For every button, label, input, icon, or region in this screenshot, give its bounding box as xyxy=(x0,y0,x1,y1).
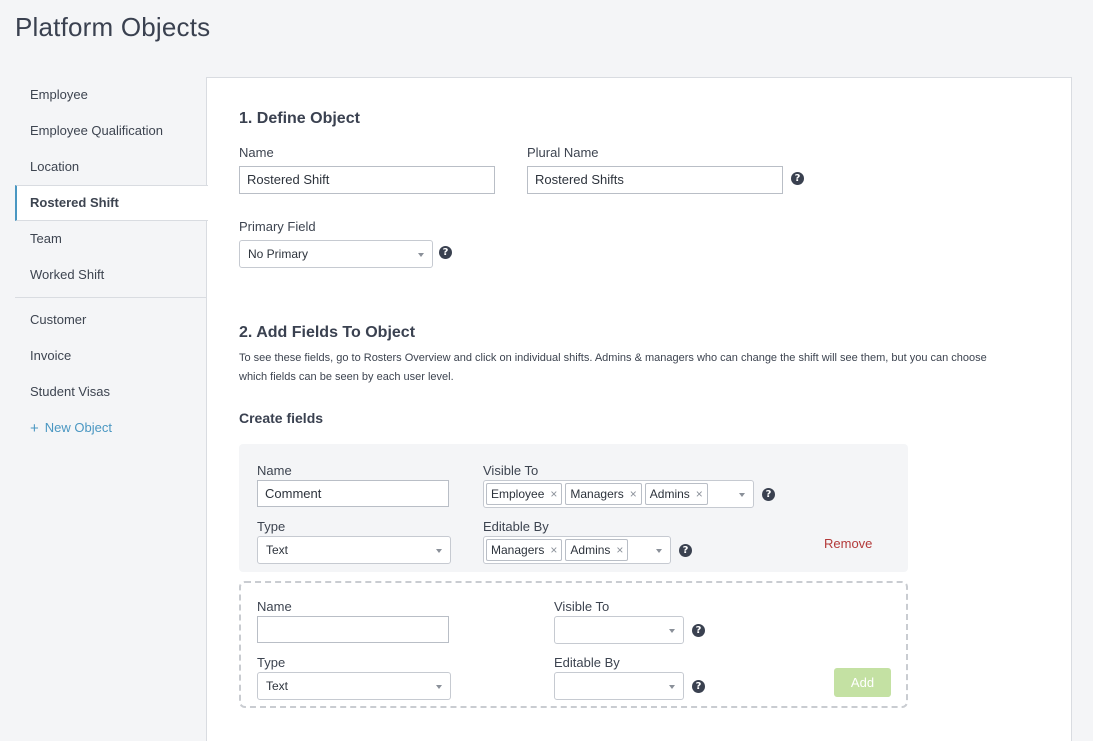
new-object-link[interactable]: + New Object xyxy=(15,410,207,446)
sidebar-item-customer[interactable]: Customer xyxy=(15,302,207,338)
new-object-label: New Object xyxy=(44,420,112,435)
editable-tag-managers: Managers × xyxy=(486,539,563,561)
editable-tag-admins: Admins × xyxy=(565,539,629,561)
sidebar: Employee Employee Qualification Location… xyxy=(15,77,208,446)
new-field-type-select[interactable]: Text xyxy=(257,672,451,700)
fields-description: To see these fields, go to Rosters Overv… xyxy=(239,349,1039,387)
new-editable-by-select[interactable] xyxy=(554,672,684,700)
chevron-down-icon xyxy=(436,549,442,553)
tag-label: Admins xyxy=(649,487,690,501)
visible-tag-managers: Managers × xyxy=(565,483,642,505)
object-name-input[interactable]: Rostered Shift xyxy=(239,166,495,194)
visible-to-multiselect[interactable]: Employee × Managers × Admins × xyxy=(483,480,754,508)
field-name-label: Name xyxy=(257,463,292,478)
editable-by-label: Editable By xyxy=(483,519,549,534)
sidebar-item-student-visas[interactable]: Student Visas xyxy=(15,374,207,410)
chevron-down-icon xyxy=(669,685,675,689)
tag-label: Managers xyxy=(570,487,624,501)
help-icon[interactable]: ? xyxy=(679,544,692,557)
sidebar-item-worked-shift[interactable]: Worked Shift xyxy=(15,257,207,293)
new-visible-to-label: Visible To xyxy=(554,599,610,614)
plus-icon: + xyxy=(30,419,39,437)
new-field-type-value: Text xyxy=(266,679,289,693)
tag-label: Employee xyxy=(491,487,545,501)
new-field-name-input[interactable] xyxy=(257,616,449,643)
sidebar-item-invoice[interactable]: Invoice xyxy=(15,338,207,374)
chevron-down-icon xyxy=(436,685,442,689)
help-icon[interactable]: ? xyxy=(791,172,804,185)
field-type-value: Text xyxy=(266,543,289,557)
help-icon[interactable]: ? xyxy=(439,246,452,259)
new-field-name-label: Name xyxy=(257,599,292,614)
visible-to-label: Visible To xyxy=(483,463,539,478)
sidebar-item-employee-qualification[interactable]: Employee Qualification xyxy=(15,113,207,149)
fields-description-line-1: To see these fields, go to Rosters Overv… xyxy=(239,352,987,364)
add-field-button[interactable]: Add xyxy=(834,668,891,697)
sidebar-item-employee[interactable]: Employee xyxy=(15,77,207,113)
chevron-down-icon xyxy=(739,493,745,497)
help-icon[interactable]: ? xyxy=(692,680,705,693)
new-visible-to-select[interactable] xyxy=(554,616,684,644)
editable-by-multiselect[interactable]: Managers × Admins × xyxy=(483,536,671,564)
tag-label: Admins xyxy=(570,543,611,557)
primary-field-value: No Primary xyxy=(248,247,309,261)
help-icon[interactable]: ? xyxy=(762,488,775,501)
tag-label: Managers xyxy=(491,543,545,557)
visible-tag-employee: Employee × xyxy=(486,483,563,505)
sidebar-item-location[interactable]: Location xyxy=(15,149,207,185)
new-editable-by-label: Editable By xyxy=(554,655,620,670)
chevron-down-icon xyxy=(669,629,675,633)
remove-tag-icon[interactable]: × xyxy=(616,540,623,560)
visible-tag-admins: Admins × xyxy=(644,483,708,505)
remove-tag-icon[interactable]: × xyxy=(550,484,557,504)
define-object-heading: 1. Define Object xyxy=(239,110,360,127)
page-title: Platform Objects xyxy=(15,12,211,42)
sidebar-item-team[interactable]: Team xyxy=(15,221,207,257)
new-field-type-label: Type xyxy=(257,655,286,670)
sidebar-item-rostered-shift[interactable]: Rostered Shift xyxy=(15,185,208,221)
chevron-down-icon xyxy=(656,549,662,553)
field-name-input[interactable]: Comment xyxy=(257,480,449,507)
field-type-label: Type xyxy=(257,519,286,534)
chevron-down-icon xyxy=(418,253,424,257)
primary-field-select[interactable]: No Primary xyxy=(239,240,433,268)
add-fields-heading: 2. Add Fields To Object xyxy=(239,324,416,341)
sidebar-divider xyxy=(15,297,207,298)
create-fields-heading: Create fields xyxy=(239,410,324,426)
remove-tag-icon[interactable]: × xyxy=(630,484,637,504)
remove-field-button[interactable]: Remove xyxy=(824,536,872,551)
name-label: Name xyxy=(239,145,274,160)
plural-name-label: Plural Name xyxy=(527,145,599,160)
fields-description-line-2: which fields can be seen by each user le… xyxy=(239,371,454,383)
remove-tag-icon[interactable]: × xyxy=(696,484,703,504)
primary-field-label: Primary Field xyxy=(239,219,316,234)
help-icon[interactable]: ? xyxy=(692,624,705,637)
plural-name-input[interactable]: Rostered Shifts xyxy=(527,166,783,194)
field-type-select[interactable]: Text xyxy=(257,536,451,564)
remove-tag-icon[interactable]: × xyxy=(550,540,557,560)
